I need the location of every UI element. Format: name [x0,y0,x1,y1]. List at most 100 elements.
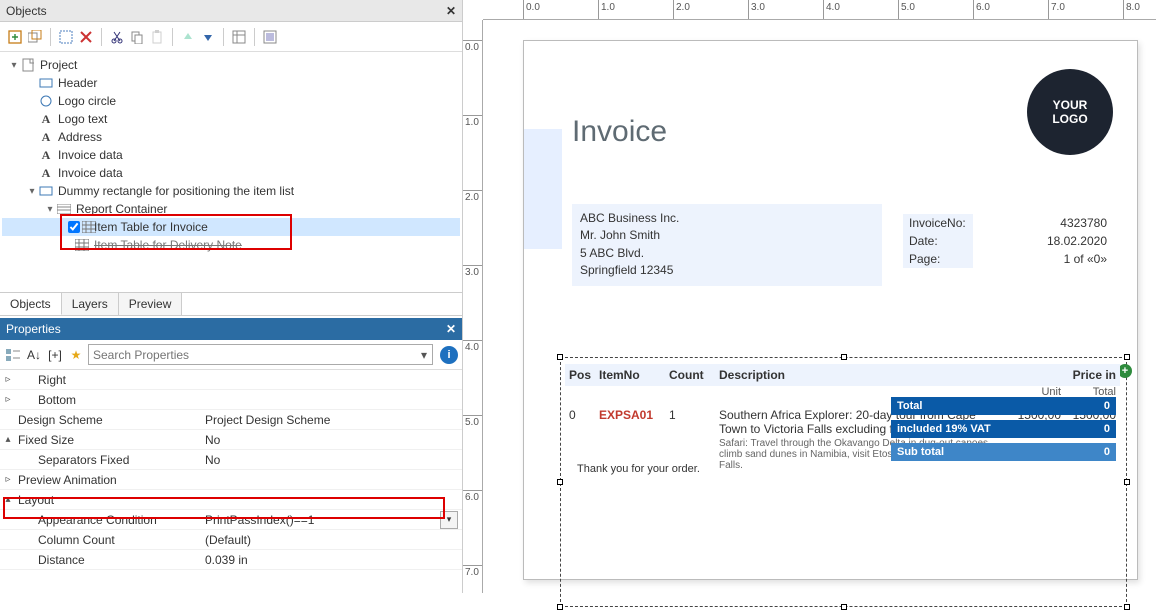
tree-item[interactable]: ▾Project [2,56,460,74]
page-preview: YOURLOGO Invoice ABC Business Inc. Mr. J… [523,40,1138,580]
meta-value: 4323780 [973,214,1113,232]
tree-item[interactable]: Item Table for Invoice [2,218,460,236]
total-label: included 19% VAT [891,420,1086,438]
tab-objects[interactable]: Objects [0,293,62,315]
design-canvas[interactable]: 0.01.02.03.04.05.06.07.08.0 0.01.02.03.0… [463,0,1156,593]
properties-grid[interactable]: ▹Right▹BottomDesign SchemeProject Design… [0,370,462,570]
property-row[interactable]: Distance0.039 in [0,550,462,570]
delete-icon[interactable] [77,28,95,46]
property-name: Fixed Size [16,433,201,447]
property-row[interactable]: ▹Preview Animation [0,470,462,490]
sort-icon[interactable]: A↓ [25,346,43,364]
addr-line: 5 ABC Blvd. [580,245,874,262]
meta-label: Date: [903,232,973,250]
tree-label: Item Table for Delivery Note [92,238,244,252]
resize-handle[interactable] [841,354,847,360]
resize-handle[interactable] [1124,479,1130,485]
table-header: Pos ItemNo Count Description Price in [565,364,1120,386]
resize-handle[interactable] [1124,354,1130,360]
tree-item[interactable]: AInvoice data [2,164,460,182]
property-value[interactable]: 0.039 in [201,553,462,567]
tree-item[interactable]: AAddress [2,128,460,146]
tree-item[interactable]: ALogo text [2,110,460,128]
resize-handle[interactable] [557,604,563,610]
chevron-down-icon[interactable]: ▾ [416,348,432,362]
properties-toolbar: A↓ [+] ★ ▾ i [0,340,462,370]
tree-label: Report Container [74,202,169,216]
expand-icon[interactable]: ▴ [0,434,16,445]
move-down-icon[interactable] [199,28,217,46]
expand-icon[interactable]: ▾ [8,60,20,71]
property-value[interactable]: No [201,433,462,447]
copy-icon[interactable] [128,28,146,46]
property-value[interactable]: PrintPassIndex()==1▾ [201,511,462,529]
cut-icon[interactable] [108,28,126,46]
tree-item[interactable]: Header [2,74,460,92]
paste-icon[interactable] [148,28,166,46]
info-icon[interactable]: i [440,346,458,364]
property-row[interactable]: Separators FixedNo [0,450,462,470]
property-row[interactable]: ▹Right [0,370,462,390]
object-tree[interactable]: ▾ProjectHeaderLogo circleALogo textAAddr… [0,52,462,292]
resize-handle[interactable] [557,479,563,485]
tab-preview[interactable]: Preview [119,293,183,315]
header-strip [524,129,562,249]
tree-item[interactable]: Item Table for Delivery Note [2,236,460,254]
search-input-wrap: ▾ [88,344,433,365]
expand-icon[interactable]: ▹ [0,394,16,405]
selection-frame[interactable]: + Pos ItemNo Count Description Price in … [560,357,1127,607]
ruler-horizontal: 0.01.02.03.04.05.06.07.08.0 [483,0,1156,20]
new-object-icon[interactable] [6,28,24,46]
property-value[interactable]: No [201,453,462,467]
tab-layers[interactable]: Layers [62,293,119,315]
expand-icon[interactable]: ▹ [0,474,16,485]
expand-icon[interactable]: [+] [46,346,64,364]
thanks-text: Thank you for your order. [577,463,700,475]
tree-item[interactable]: ▾ Report Container [2,200,460,218]
property-name: Bottom [16,393,201,407]
resize-handle[interactable] [1124,604,1130,610]
tree-item[interactable]: Logo circle [2,92,460,110]
property-row[interactable]: Design SchemeProject Design Scheme [0,410,462,430]
resize-handle[interactable] [557,354,563,360]
move-up-icon[interactable] [179,28,197,46]
tree-item[interactable]: AInvoice data [2,146,460,164]
preview-icon[interactable] [261,28,279,46]
property-row[interactable]: ▴Fixed SizeNo [0,430,462,450]
expand-icon[interactable]: ▾ [44,204,56,215]
close-icon[interactable]: ✕ [446,4,456,18]
property-value[interactable]: Project Design Scheme [201,413,462,427]
col-desc: Description [719,368,1006,382]
chevron-down-icon[interactable]: ▾ [440,511,458,529]
categorized-icon[interactable] [4,346,22,364]
favorite-icon[interactable]: ★ [67,346,85,364]
tree-label: Invoice data [56,148,125,162]
search-input[interactable] [89,348,416,362]
tree-item[interactable]: ▾ Dummy rectangle for positioning the ite… [2,182,460,200]
totals-block: Total0 included 19% VAT0 Sub total0 [891,392,1116,461]
property-row[interactable]: Appearance ConditionPrintPassIndex()==1▾ [0,510,462,530]
property-name: Column Count [16,533,201,547]
cell-pos: 0 [569,408,599,471]
col-count: Count [669,368,719,382]
total-label: Sub total [891,443,1086,461]
expand-icon[interactable]: ▴ [0,494,16,505]
add-column-icon[interactable]: + [1118,364,1132,378]
new-group-icon[interactable] [26,28,44,46]
property-row[interactable]: Column Count(Default) [0,530,462,550]
cell-count: 1 [669,408,719,471]
total-value: 0 [1086,397,1116,415]
close-icon[interactable]: ✕ [446,322,456,336]
property-row[interactable]: ▹Bottom [0,390,462,410]
node-icon: A [38,166,54,181]
property-value[interactable]: (Default) [201,533,462,547]
property-row[interactable]: ▴Layout [0,490,462,510]
expand-icon[interactable]: ▾ [26,186,38,197]
objects-tabstrip: Objects Layers Preview [0,292,462,316]
node-icon [38,78,54,88]
resize-handle[interactable] [841,604,847,610]
properties-icon[interactable] [230,28,248,46]
select-icon[interactable] [57,28,75,46]
expand-icon[interactable]: ▹ [0,374,16,385]
tree-label: Dummy rectangle for positioning the item… [56,184,296,198]
